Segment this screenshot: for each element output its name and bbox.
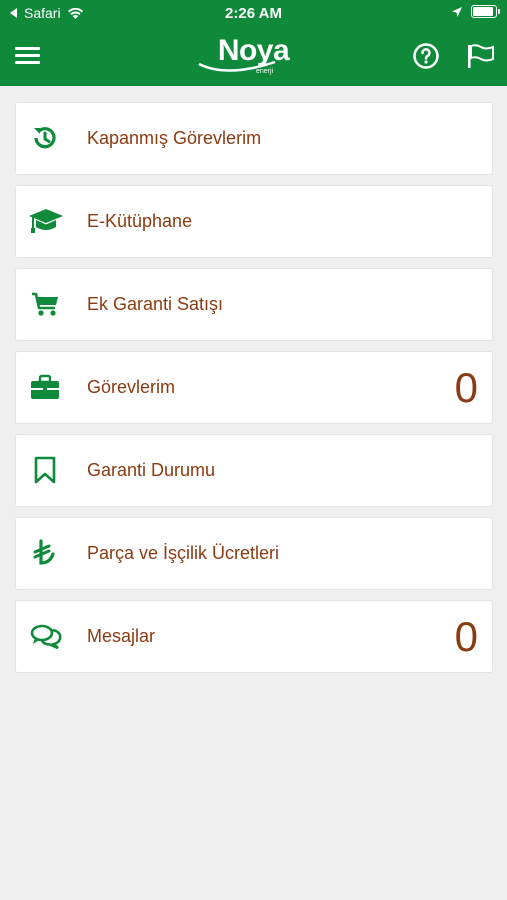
chat-bubbles-icon	[30, 624, 62, 650]
graduation-cap-icon	[29, 209, 63, 233]
menu-item-label: Görevlerim	[87, 377, 176, 397]
shopping-cart-icon	[32, 292, 58, 316]
menu-list: Kapanmış Görevlerim E-Kütüphane Ek Garan…	[16, 103, 492, 684]
menu-item-parts-labor-fees[interactable]: Parça ve İşçilik Ücretleri	[16, 518, 492, 589]
menu-item-warranty-status[interactable]: Garanti Durumu	[16, 435, 492, 506]
menu-item-label: Parça ve İşçilik Ücretleri	[87, 543, 280, 563]
status-time: 2:26 AM	[225, 5, 282, 22]
battery-icon	[471, 5, 500, 18]
menu-item-label: Mesajlar	[87, 626, 156, 646]
menu-item-e-library[interactable]: E-Kütüphane	[16, 186, 492, 257]
bookmark-icon	[34, 456, 56, 484]
message-count: 0	[454, 613, 478, 660]
task-count: 0	[454, 364, 478, 411]
top-bar: Safari 2:26 AM Noya enerji	[0, 0, 507, 86]
flag-button[interactable]	[465, 42, 495, 70]
location-arrow-icon	[452, 6, 462, 17]
logo-subtext: enerji	[256, 68, 274, 75]
menu-item-my-tasks[interactable]: Görevlerim 0	[16, 352, 492, 423]
menu-item-messages[interactable]: Mesajlar 0	[16, 601, 492, 672]
menu-item-extra-warranty-sales[interactable]: Ek Garanti Satışı	[16, 269, 492, 340]
menu-item-label: Garanti Durumu	[87, 460, 216, 480]
question-circle-icon	[413, 43, 439, 69]
nav-bar: Noya enerji	[0, 28, 507, 86]
menu-item-closed-tasks[interactable]: Kapanmış Görevlerim	[16, 103, 492, 174]
status-right	[451, 5, 500, 18]
history-icon	[34, 127, 56, 149]
menu-item-label: E-Kütüphane	[87, 211, 193, 231]
flag-icon	[468, 44, 494, 68]
menu-item-label: Kapanmış Görevlerim	[87, 128, 262, 148]
menu-item-label: Ek Garanti Satışı	[87, 294, 224, 314]
status-bar: Safari 2:26 AM	[0, 0, 507, 28]
help-button[interactable]	[412, 42, 440, 70]
briefcase-icon	[31, 374, 59, 399]
lira-icon	[33, 539, 55, 565]
